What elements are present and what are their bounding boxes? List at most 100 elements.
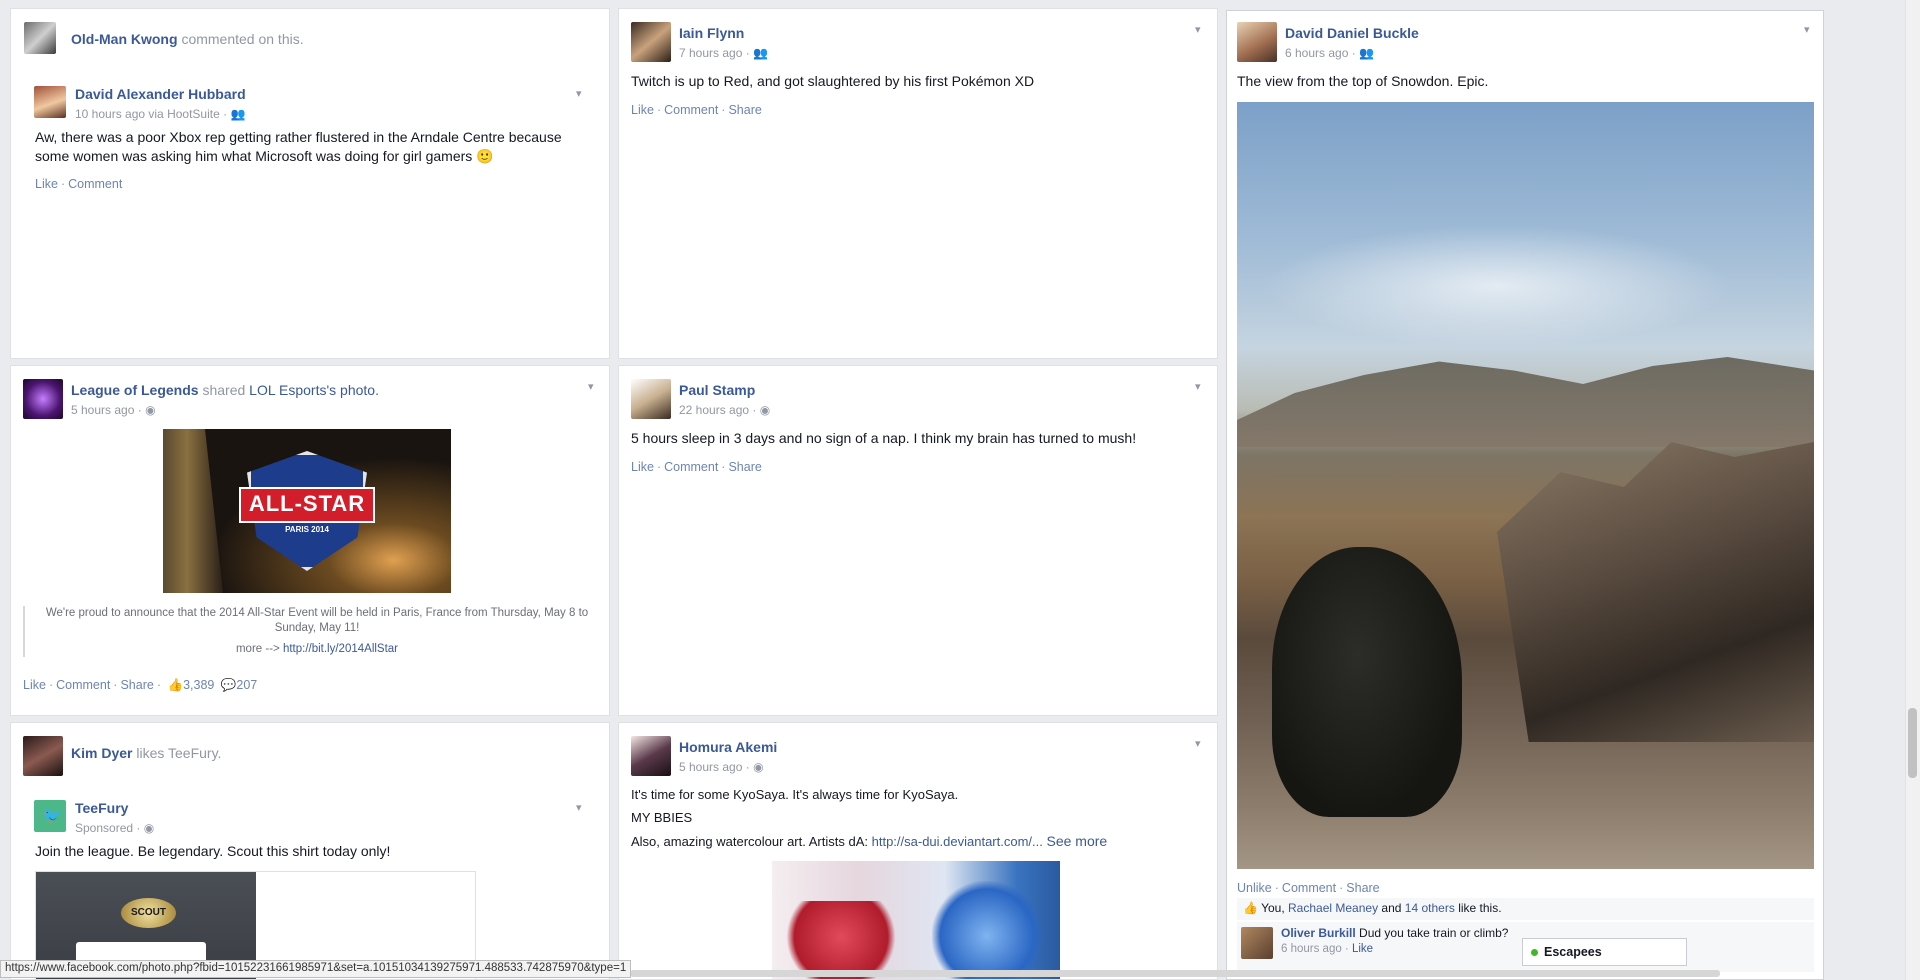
post-photo[interactable] [772,861,1060,979]
comment-link[interactable]: Comment [664,460,718,474]
post-actions: Unlike · Comment · Share [1237,881,1380,895]
logo-sub: PARIS 2014 [285,525,329,534]
like-link[interactable]: Like [631,103,654,117]
see-more-link[interactable]: See more [1046,833,1107,849]
post-text: 5 hours sleep in 3 days and no sign of a… [631,430,1137,446]
chevron-down-icon[interactable]: ▾ [588,380,598,393]
horizontal-scrollbar[interactable] [630,970,1720,977]
author-name[interactable]: David Alexander Hubbard [75,86,246,102]
avatar[interactable] [24,22,56,54]
globe-icon: ◉ [759,403,771,417]
shared-photo[interactable]: ALL-STAR PARIS 2014 [163,429,451,593]
feed-story-homura: Homura Akemi 5 hours ago · ◉ ▾ It's time… [618,722,1218,980]
share-link[interactable]: Share [728,103,761,117]
like-link[interactable]: Like [23,678,46,692]
red-hair-art [786,901,896,979]
post-text: Aw, there was a poor Xbox rep getting ra… [35,129,562,164]
comment-link[interactable]: Comment [1282,881,1336,895]
share-link[interactable]: Share [1346,881,1379,895]
post-time: 22 hours ago · ◉ [679,403,770,417]
post-text-line-1: It's time for some KyoSaya. It's always … [631,787,959,802]
comment-count[interactable]: 207 [236,678,257,692]
avatar[interactable]: 🐦 [34,800,66,832]
chevron-down-icon[interactable]: ▾ [1804,23,1814,36]
comment-author[interactable]: Oliver Burkill [1281,926,1356,940]
likes-name[interactable]: Rachael Meaney [1288,901,1378,915]
vertical-scrollbar[interactable] [1905,0,1920,980]
like-link[interactable]: Like [35,177,58,191]
caption-text: We're proud to announce that the 2014 Al… [45,607,589,634]
likes-and: and [1381,901,1402,915]
mountain-ridge [1237,357,1814,447]
feed-story-flynn: Iain Flynn 7 hours ago · 👥 ▾ Twitch is u… [618,8,1218,359]
timestamp[interactable]: 5 hours ago · [71,403,142,417]
chevron-down-icon[interactable]: ▾ [576,87,586,100]
shared-text: shared [202,382,246,398]
thumbs-up-icon: 👍 [1243,901,1258,915]
feed-story-lol: League of Legends shared LOL Esports's p… [10,365,610,716]
allstar-banner: ALL-STAR [239,487,375,523]
avatar[interactable] [1237,22,1277,62]
comment-bubble-icon: 💬 [220,678,237,692]
avatar[interactable] [631,379,671,419]
avatar[interactable] [34,86,66,118]
page-name[interactable]: TeeFury [75,800,128,816]
status-bar-url: https://www.facebook.com/photo.php?fbid=… [0,960,632,978]
chevron-down-icon[interactable]: ▾ [1195,737,1205,750]
comment-link[interactable]: Comment [56,678,110,692]
chat-tab-escapees[interactable]: Escapees [1522,938,1687,966]
chevron-down-icon[interactable]: ▾ [576,801,586,814]
avatar[interactable] [23,736,63,776]
post-actions: Like · Comment · Share · 👍3,389 💬207 [23,678,258,692]
avatar[interactable] [631,736,671,776]
author-name[interactable]: David Daniel Buckle [1285,25,1419,41]
logo-text: ALL-STAR [248,491,366,516]
author-name[interactable]: Paul Stamp [679,382,755,398]
scrollbar-thumb[interactable] [1908,708,1917,778]
likes-suffix: like this. [1458,901,1502,915]
timestamp[interactable]: 22 hours ago · [679,403,756,417]
deviantart-link[interactable]: http://sa-dui.deviantart.com/... [872,834,1043,849]
shared-photo-link[interactable]: photo. [340,382,379,398]
post-time: 10 hours ago via HootSuite · 👥 [75,107,245,121]
shared-caption: We're proud to announce that the 2014 Al… [23,606,599,657]
author-name[interactable]: Iain Flynn [679,25,744,41]
shirt-text: SCOUT [131,907,166,918]
avatar[interactable] [1241,927,1273,959]
timestamp[interactable]: 7 hours ago · [679,46,750,60]
sponsored-text[interactable]: Sponsored · [75,821,140,835]
more-link[interactable]: http://bit.ly/2014AllStar [283,643,398,655]
shared-owner[interactable]: LOL Esports's [249,382,336,398]
post-text: Join the league. Be legendary. Scout thi… [35,843,391,859]
avatar[interactable] [23,379,63,419]
share-link[interactable]: Share [120,678,153,692]
actor-name[interactable]: Kim Dyer [71,745,132,761]
like-count[interactable]: 3,389 [183,678,214,692]
like-link[interactable]: Like [631,460,654,474]
actor-name[interactable]: Old-Man Kwong [71,31,178,47]
page-name[interactable]: League of Legends [71,382,199,398]
timestamp[interactable]: 10 hours ago via HootSuite · [75,107,227,121]
avatar[interactable] [631,22,671,62]
actor-action: likes TeeFury. [136,745,222,761]
friends-icon: 👥 [753,46,769,60]
unlike-link[interactable]: Unlike [1237,881,1272,895]
timestamp[interactable]: 5 hours ago · [679,760,750,774]
chevron-down-icon[interactable]: ▾ [1195,380,1205,393]
author-name[interactable]: Homura Akemi [679,739,777,755]
feed-story-buckle: David Daniel Buckle 6 hours ago · 👥 ▾ Th… [1226,10,1824,980]
post-photo[interactable] [1237,102,1814,869]
comment-time[interactable]: 6 hours ago · [1281,943,1349,955]
globe-icon: ◉ [753,760,764,774]
post-time: 5 hours ago · ◉ [679,760,764,774]
share-link[interactable]: Share [728,460,761,474]
more-prefix: more --> [235,643,280,655]
likes-you: You, [1261,901,1285,915]
chevron-down-icon[interactable]: ▾ [1195,23,1205,36]
comment-link[interactable]: Comment [68,177,122,191]
timestamp[interactable]: 6 hours ago · [1285,46,1356,60]
likes-others[interactable]: 14 others [1405,901,1455,915]
chat-label: Escapees [1544,945,1602,959]
comment-link[interactable]: Comment [664,103,718,117]
comment-like-link[interactable]: Like [1352,943,1373,955]
